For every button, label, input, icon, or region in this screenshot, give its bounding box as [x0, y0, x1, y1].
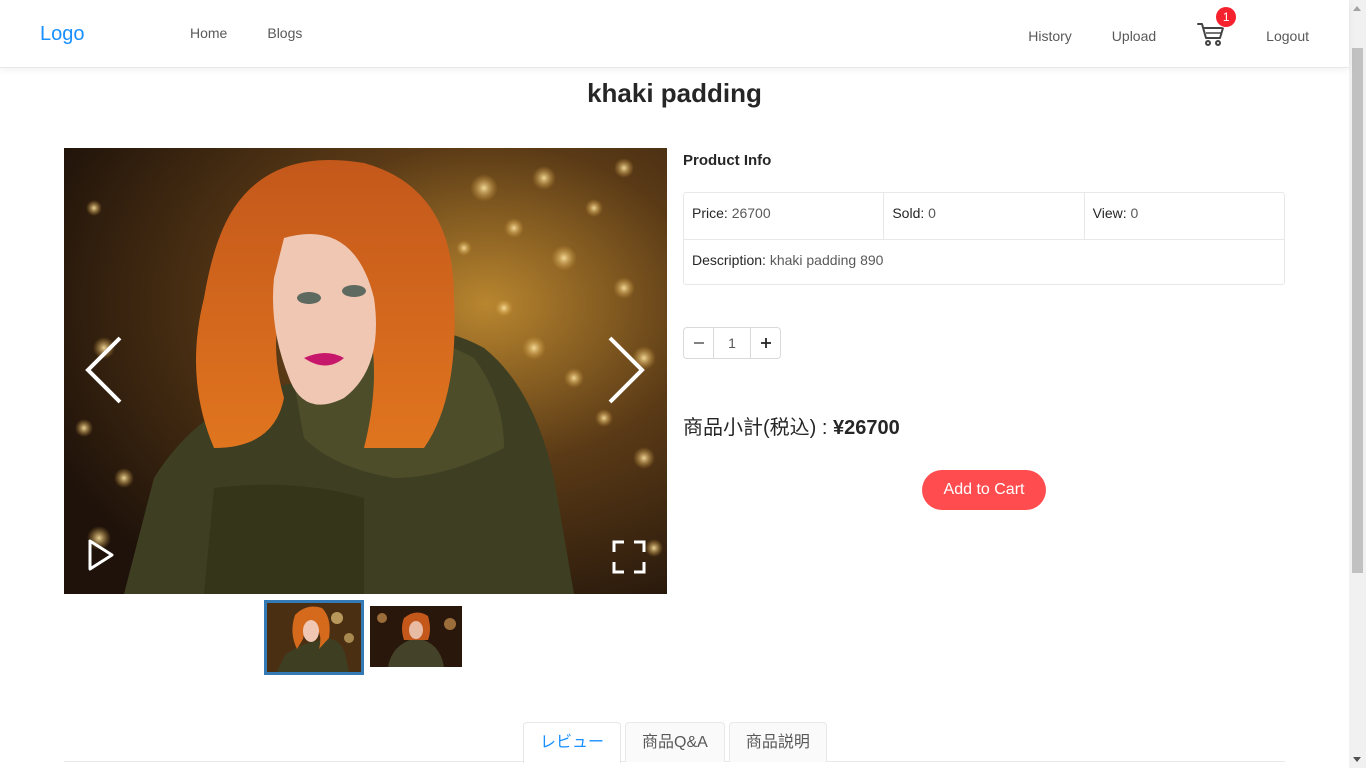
- price-value: 26700: [731, 205, 771, 221]
- top-navbar: Logo Home Blogs History Upload 1 Logout: [0, 0, 1349, 68]
- thumbnail-2[interactable]: [370, 606, 462, 667]
- subtotal-value: ¥26700: [833, 417, 900, 439]
- scroll-up-arrow-icon[interactable]: [1353, 6, 1361, 11]
- nav-blogs-link[interactable]: Blogs: [267, 25, 302, 41]
- info-row: Price: 26700 Sold: 0 View: 0: [684, 193, 1284, 239]
- quantity-input[interactable]: 1: [714, 328, 750, 358]
- nav-upload-link[interactable]: Upload: [1112, 28, 1156, 44]
- nav-right: History Upload 1 Logout: [1028, 7, 1309, 47]
- add-to-cart-button[interactable]: Add to Cart: [922, 470, 1046, 510]
- play-icon[interactable]: [86, 538, 116, 572]
- product-info-heading: Product Info: [683, 152, 772, 169]
- product-info-table: Price: 26700 Sold: 0 View: 0 Description…: [683, 192, 1285, 285]
- logo[interactable]: Logo: [40, 23, 85, 46]
- nav-home-link[interactable]: Home: [190, 25, 227, 41]
- product-tabs: レビュー 商品Q&A 商品説明: [523, 722, 827, 763]
- subtotal: 商品小計(税込) : ¥26700: [683, 411, 900, 440]
- description-cell: Description: khaki padding 890: [684, 240, 1284, 285]
- view-cell: View: 0: [1083, 193, 1284, 239]
- fullscreen-icon[interactable]: [612, 540, 646, 574]
- increase-quantity-button[interactable]: [750, 328, 780, 358]
- view-label: View:: [1092, 205, 1127, 221]
- subtotal-label: 商品小計(税込) :: [683, 417, 833, 439]
- thumbnail-strip: [264, 600, 462, 675]
- cart-count-badge: 1: [1216, 7, 1237, 27]
- tab-reviews[interactable]: レビュー: [523, 722, 622, 763]
- thumbnail-1[interactable]: [264, 600, 364, 675]
- sold-label: Sold:: [892, 205, 925, 221]
- price-cell: Price: 26700: [684, 193, 883, 239]
- description-value: khaki padding 890: [769, 252, 884, 268]
- price-label: Price:: [692, 205, 728, 221]
- sold-cell: Sold: 0: [883, 193, 1083, 239]
- page: Logo Home Blogs History Upload 1 Logout …: [0, 0, 1366, 768]
- tab-description[interactable]: 商品説明: [728, 722, 827, 762]
- vertical-scrollbar[interactable]: [1349, 0, 1366, 768]
- minus-icon: [693, 342, 704, 344]
- product-image-gallery[interactable]: [64, 148, 667, 594]
- scroll-thumb[interactable]: [1352, 48, 1363, 573]
- nav-history-link[interactable]: History: [1028, 28, 1072, 44]
- sold-value: 0: [928, 205, 936, 221]
- nav-logout-link[interactable]: Logout: [1266, 28, 1309, 44]
- tab-qa[interactable]: 商品Q&A: [625, 722, 725, 762]
- description-label: Description:: [692, 252, 766, 268]
- chevron-right-icon[interactable]: [604, 334, 648, 406]
- decrease-quantity-button[interactable]: [684, 328, 714, 358]
- nav-left: Home Blogs: [190, 25, 302, 41]
- product-title: khaki padding: [587, 78, 762, 108]
- chevron-left-icon[interactable]: [82, 334, 126, 406]
- cart-button[interactable]: 1: [1196, 7, 1237, 47]
- quantity-stepper: 1: [683, 327, 781, 359]
- scroll-down-arrow-icon[interactable]: [1353, 757, 1361, 762]
- info-row: Description: khaki padding 890: [684, 239, 1284, 285]
- plus-icon: [760, 338, 771, 348]
- product-main-image: [64, 148, 667, 594]
- view-value: 0: [1130, 205, 1139, 221]
